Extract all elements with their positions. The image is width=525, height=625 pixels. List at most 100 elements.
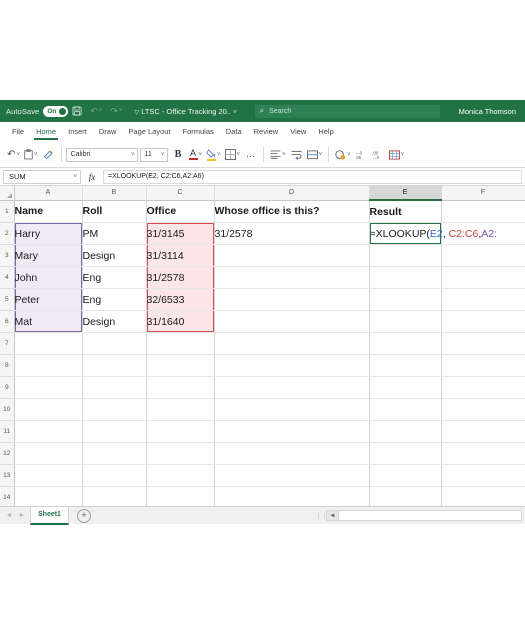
cell-f5[interactable]: [441, 288, 525, 311]
format-painter-button[interactable]: [40, 146, 57, 164]
cell-e6[interactable]: [369, 310, 442, 333]
cell-e3[interactable]: [369, 244, 442, 267]
cell-f9[interactable]: [441, 376, 525, 399]
cell-d11[interactable]: [214, 420, 370, 443]
cell-f6[interactable]: [441, 310, 525, 333]
cell-e12[interactable]: [369, 442, 442, 465]
cell-b7[interactable]: [82, 332, 147, 355]
conditional-format-button[interactable]: ˅: [387, 146, 407, 164]
cell-b9[interactable]: [82, 376, 147, 399]
cell-a13[interactable]: [14, 464, 83, 487]
chevron-right-icon[interactable]: ►: [17, 512, 27, 519]
cell-d14[interactable]: [214, 486, 370, 506]
user-account-name[interactable]: Monica Thomson: [459, 107, 519, 116]
row-header-7[interactable]: 7: [0, 332, 15, 355]
row-header-5[interactable]: 5: [0, 288, 15, 311]
cell-d2[interactable]: 31/2578: [214, 222, 370, 245]
cell-e8[interactable]: [369, 354, 442, 377]
split-handle-icon[interactable]: ⋮⋮: [315, 512, 328, 520]
cell-a14[interactable]: [14, 486, 83, 506]
cell-e9[interactable]: [369, 376, 442, 399]
cell-b4[interactable]: Eng: [82, 266, 147, 289]
row-header-9[interactable]: 9: [0, 376, 15, 399]
cell-d8[interactable]: [214, 354, 370, 377]
cell-c11[interactable]: [146, 420, 215, 443]
cell-b8[interactable]: [82, 354, 147, 377]
column-header-e[interactable]: E: [369, 186, 442, 201]
cell-d7[interactable]: [214, 332, 370, 355]
cell-d9[interactable]: [214, 376, 370, 399]
row-header-14[interactable]: 14: [0, 486, 15, 506]
cell-f1[interactable]: [441, 200, 525, 223]
tab-file[interactable]: File: [6, 122, 30, 141]
cell-d12[interactable]: [214, 442, 370, 465]
save-icon[interactable]: [72, 106, 82, 116]
cell-f4[interactable]: [441, 266, 525, 289]
cell-a6[interactable]: Mat: [14, 310, 83, 333]
borders-button[interactable]: ˅: [223, 146, 243, 164]
horizontal-scrollbar[interactable]: ◄: [326, 510, 522, 521]
column-header-a[interactable]: A: [14, 186, 83, 201]
column-header-b[interactable]: B: [82, 186, 147, 201]
insert-function-icon[interactable]: fx: [81, 172, 103, 182]
cell-b5[interactable]: Eng: [82, 288, 147, 311]
tab-formulas[interactable]: Formulas: [177, 122, 220, 141]
cell-f3[interactable]: [441, 244, 525, 267]
align-button[interactable]: ˅: [268, 146, 288, 164]
cell-d6[interactable]: [214, 310, 370, 333]
cell-e13[interactable]: [369, 464, 442, 487]
cell-b11[interactable]: [82, 420, 147, 443]
cell-c8[interactable]: [146, 354, 215, 377]
cell-a3[interactable]: Mary: [14, 244, 83, 267]
cell-d5[interactable]: [214, 288, 370, 311]
cell-a12[interactable]: [14, 442, 83, 465]
font-name-select[interactable]: Calibri ˅: [65, 147, 138, 162]
cell-c9[interactable]: [146, 376, 215, 399]
cell-a1[interactable]: Name: [14, 200, 83, 223]
row-header-4[interactable]: 4: [0, 266, 15, 289]
wrap-text-button[interactable]: [288, 146, 305, 164]
row-header-8[interactable]: 8: [0, 354, 15, 377]
cell-a4[interactable]: John: [14, 266, 83, 289]
number-format-button[interactable]: ˅: [333, 146, 353, 164]
cell-c1[interactable]: Office: [146, 200, 215, 223]
cell-e2-editing[interactable]: =XLOOKUP(E2, C2:C6,A2:: [369, 222, 497, 245]
column-header-f[interactable]: F: [441, 186, 525, 201]
document-title[interactable]: ▽ LTSC - Office Tracking 20.. ˅: [134, 107, 236, 116]
bold-button[interactable]: B: [170, 146, 187, 164]
cell-e7[interactable]: [369, 332, 442, 355]
cell-a2[interactable]: Harry: [14, 222, 83, 245]
cell-c4[interactable]: 31/2578: [146, 266, 215, 289]
tab-view[interactable]: View: [284, 122, 312, 141]
cell-c6[interactable]: 31/1640: [146, 310, 215, 333]
name-box[interactable]: SUM ˅: [3, 169, 81, 184]
cell-f13[interactable]: [441, 464, 525, 487]
more-options-button[interactable]: …: [242, 146, 259, 164]
cell-f8[interactable]: [441, 354, 525, 377]
cell-f12[interactable]: [441, 442, 525, 465]
cell-c13[interactable]: [146, 464, 215, 487]
cell-e11[interactable]: [369, 420, 442, 443]
row-header-2[interactable]: 2: [0, 222, 15, 245]
cell-a5[interactable]: Peter: [14, 288, 83, 311]
cell-e4[interactable]: [369, 266, 442, 289]
cell-b2[interactable]: PM: [82, 222, 147, 245]
font-color-button[interactable]: A ˅: [187, 146, 205, 164]
cell-e10[interactable]: [369, 398, 442, 421]
row-header-13[interactable]: 13: [0, 464, 15, 487]
column-header-c[interactable]: C: [146, 186, 215, 201]
cell-f7[interactable]: [441, 332, 525, 355]
tab-page-layout[interactable]: Page Layout: [122, 122, 176, 141]
fill-color-button[interactable]: ˅: [204, 146, 223, 164]
cell-a7[interactable]: [14, 332, 83, 355]
cell-a10[interactable]: [14, 398, 83, 421]
cell-e5[interactable]: [369, 288, 442, 311]
cell-e1[interactable]: Result: [369, 200, 442, 223]
cell-f10[interactable]: [441, 398, 525, 421]
scroll-left-arrow[interactable]: ◄: [327, 511, 339, 520]
paste-button[interactable]: ˅: [22, 146, 40, 164]
cell-d4[interactable]: [214, 266, 370, 289]
decrease-decimal-button[interactable]: .00 →0: [370, 146, 387, 164]
undo-button[interactable]: ↶ ˅: [5, 146, 22, 164]
cell-f11[interactable]: [441, 420, 525, 443]
